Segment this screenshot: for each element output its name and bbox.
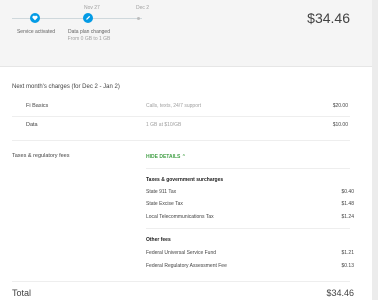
divider (12, 116, 350, 117)
charge-amount: $20.00 (332, 103, 348, 109)
total-amount: $34.46 (326, 288, 354, 298)
heart-icon (30, 13, 40, 23)
timeline-dot (137, 17, 140, 20)
charge-name: Fi Basics (26, 103, 49, 109)
tax-group-title: Other fees (146, 237, 171, 243)
tax-item-amount: $1.24 (341, 214, 354, 220)
tax-item-name: State 911 Tax (146, 189, 177, 195)
tax-item-amount: $1.48 (341, 201, 354, 207)
tax-item-amount: $1.21 (341, 250, 354, 256)
tax-item-name: Federal Universal Service Fund (146, 250, 217, 256)
charge-desc: Calls, texts, 24/7 support (146, 103, 202, 109)
tax-group-title: Taxes & government surcharges (146, 177, 224, 183)
divider (12, 281, 350, 282)
divider (12, 140, 350, 141)
timeline-date: Dec 2 (136, 5, 150, 11)
timeline-event-sub: From 0 GB to 1 GB (67, 36, 111, 42)
charge-desc: 1 GB at $10/GB (146, 122, 182, 128)
timeline-date: Nov 27 (84, 5, 100, 11)
scrollbar[interactable] (372, 0, 378, 300)
charge-name: Data (26, 122, 38, 128)
tax-item-amount: $0.40 (341, 189, 354, 195)
pencil-icon (83, 13, 93, 23)
tax-item-name: Local Telecommunications Tax (146, 214, 214, 220)
divider (146, 228, 350, 229)
chevron-up-icon: ⌃ (181, 154, 186, 160)
charge-row: Data 1 GB at $10/GB $10.00 (0, 122, 372, 132)
hide-details-label: HIDE DETAILS (146, 154, 181, 160)
header-amount: $34.46 (307, 10, 350, 26)
tax-item-name: State Excise Tax (146, 201, 183, 207)
charge-amount: $10.00 (332, 122, 348, 128)
charge-row: Fi Basics Calls, texts, 24/7 support $20… (0, 103, 372, 113)
total-label: Total (12, 288, 32, 298)
timeline-event-label: Data plan changed (68, 29, 110, 35)
divider (146, 168, 350, 169)
timeline-event-label: Service activated (16, 29, 56, 35)
timeline-panel: Nov 27 Dec 2 Service activated Data plan… (0, 0, 372, 67)
hide-details-link[interactable]: HIDE DETAILS ⌃ (146, 154, 186, 160)
charges-title: Next month's charges (for Dec 2 - Jan 2) (12, 84, 120, 90)
tax-item-amount: $0.13 (341, 263, 354, 269)
tax-item-name: Federal Regulatory Assessment Fee (146, 263, 227, 269)
taxes-label: Taxes & regulatory fees (12, 153, 70, 159)
